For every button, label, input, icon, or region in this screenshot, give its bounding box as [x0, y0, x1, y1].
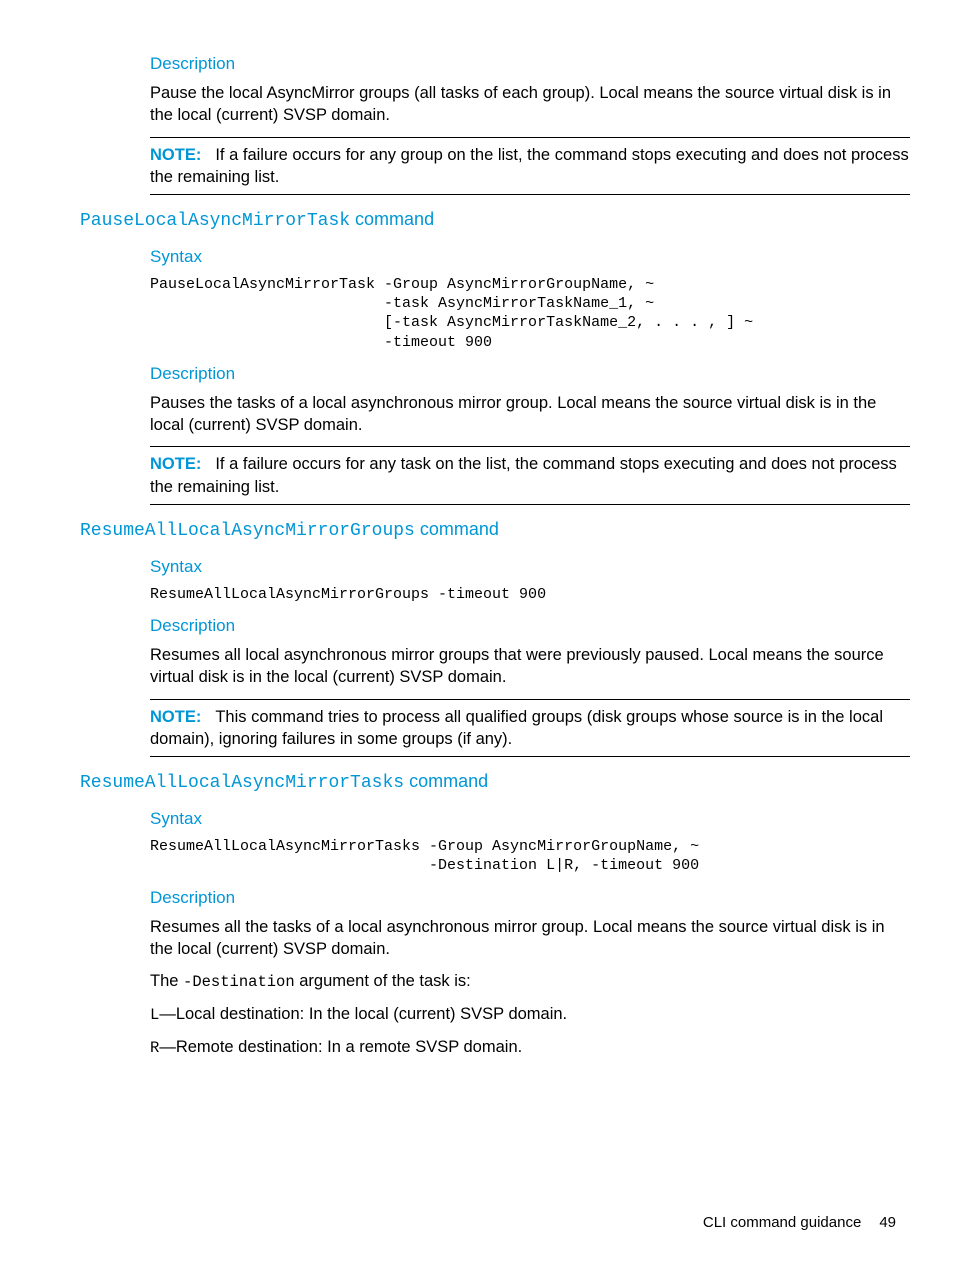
note-label: NOTE:	[150, 146, 201, 164]
description-heading: Description	[150, 616, 910, 636]
note-text: If a failure occurs for any group on the…	[150, 146, 909, 186]
l-line: L—Local destination: In the local (curre…	[150, 1003, 910, 1026]
command-heading-pause-task: PauseLocalAsyncMirrorTask command	[80, 209, 910, 231]
note-label: NOTE:	[150, 708, 201, 726]
note-label: NOTE:	[150, 455, 201, 473]
command-name: PauseLocalAsyncMirrorTask	[80, 211, 350, 231]
command-heading-resume-groups: ResumeAllLocalAsyncMirrorGroups command	[80, 519, 910, 541]
command-name: ResumeAllLocalAsyncMirrorGroups	[80, 521, 415, 541]
syntax-heading: Syntax	[150, 247, 910, 267]
description-text: Pauses the tasks of a local asynchronous…	[150, 392, 910, 437]
dest-pre: The	[150, 972, 183, 990]
section-resume-groups-body: Syntax ResumeAllLocalAsyncMirrorGroups -…	[150, 557, 910, 757]
command-word: command	[415, 519, 499, 539]
command-word: command	[404, 771, 488, 791]
note-text: If a failure occurs for any task on the …	[150, 455, 897, 495]
syntax-code: ResumeAllLocalAsyncMirrorGroups -timeout…	[150, 585, 910, 604]
note-box: NOTE:If a failure occurs for any task on…	[150, 446, 910, 505]
section-resume-tasks-body: Syntax ResumeAllLocalAsyncMirrorTasks -G…	[150, 809, 910, 1059]
description-heading: Description	[150, 364, 910, 384]
command-word: command	[350, 209, 434, 229]
l-text: —Local destination: In the local (curren…	[159, 1005, 567, 1023]
description-text: Resumes all local asynchronous mirror gr…	[150, 644, 910, 689]
page-footer: CLI command guidance 49	[703, 1214, 896, 1231]
note-box: NOTE:If a failure occurs for any group o…	[150, 137, 910, 196]
content-area: Description Pause the local AsyncMirror …	[80, 54, 910, 1059]
syntax-code: PauseLocalAsyncMirrorTask -Group AsyncMi…	[150, 275, 910, 352]
command-heading-resume-tasks: ResumeAllLocalAsyncMirrorTasks command	[80, 771, 910, 793]
description-text: Pause the local AsyncMirror groups (all …	[150, 82, 910, 127]
syntax-heading: Syntax	[150, 557, 910, 577]
l-code: L	[150, 1006, 159, 1024]
description-heading: Description	[150, 54, 910, 74]
dest-code: -Destination	[183, 973, 295, 991]
footer-text: CLI command guidance	[703, 1214, 861, 1231]
section-pause-task-body: Syntax PauseLocalAsyncMirrorTask -Group …	[150, 247, 910, 505]
command-name: ResumeAllLocalAsyncMirrorTasks	[80, 773, 404, 793]
page: Description Pause the local AsyncMirror …	[0, 0, 954, 1271]
syntax-code: ResumeAllLocalAsyncMirrorTasks -Group As…	[150, 837, 910, 875]
section-pause-groups-body: Description Pause the local AsyncMirror …	[150, 54, 910, 195]
page-number: 49	[879, 1214, 896, 1231]
r-code: R	[150, 1039, 159, 1057]
r-text: —Remote destination: In a remote SVSP do…	[159, 1038, 522, 1056]
description-heading: Description	[150, 888, 910, 908]
note-text: This command tries to process all qualif…	[150, 708, 883, 748]
destination-line: The -Destination argument of the task is…	[150, 970, 910, 993]
note-box: NOTE:This command tries to process all q…	[150, 699, 910, 758]
description-text: Resumes all the tasks of a local asynchr…	[150, 916, 910, 961]
syntax-heading: Syntax	[150, 809, 910, 829]
r-line: R—Remote destination: In a remote SVSP d…	[150, 1036, 910, 1059]
dest-post: argument of the task is:	[295, 972, 471, 990]
